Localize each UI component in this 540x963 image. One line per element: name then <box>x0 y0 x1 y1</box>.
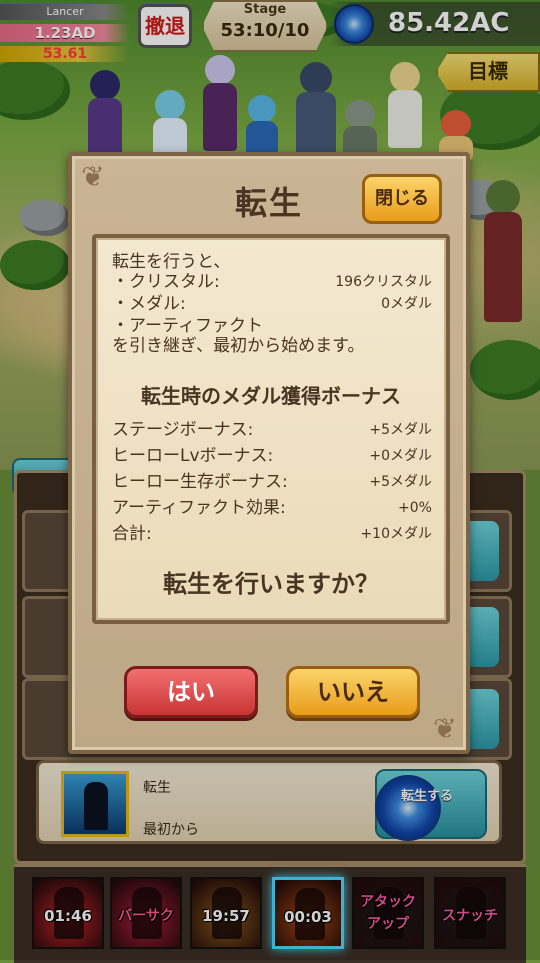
rebirth-info-box: 転生を行うと、 ・クリスタル: 196クリスタル ・メダル: 0メダル ・アーテ… <box>92 234 450 624</box>
bonus-label: ヒーロー生存ボーナス: <box>112 472 288 492</box>
carryover-label: ・アーティファクト <box>112 316 263 336</box>
no-button[interactable]: いいえ <box>286 666 420 718</box>
carryover-label: ・メダル: <box>112 294 186 314</box>
carryover-label: ・クリスタル: <box>112 272 220 292</box>
bonus-label: アーティファクト効果: <box>112 498 286 518</box>
ornament-icon: ❦ <box>433 712 457 745</box>
outro-text: を引き継ぎ、最初から始めます。 <box>112 336 365 356</box>
yes-button[interactable]: はい <box>124 666 258 718</box>
carryover-value: 0メダル <box>381 296 432 312</box>
confirm-question: 転生を行いますか？ <box>163 570 379 598</box>
bonus-label: ヒーローLvボーナス: <box>112 446 274 466</box>
bonus-value: +5メダル <box>369 474 432 490</box>
rebirth-dialog: ❦ ❦ 転生 閉じる 転生を行うと、 ・クリスタル: 196クリスタル ・メダル… <box>68 152 470 754</box>
close-button[interactable]: 閉じる <box>362 174 442 224</box>
bonus-label: ステージボーナス: <box>112 420 254 440</box>
total-label: 合計: <box>112 524 152 544</box>
carryover-value: 196クリスタル <box>335 274 432 290</box>
bonus-value: +0% <box>398 500 432 516</box>
total-value: +10メダル <box>360 526 432 542</box>
bonus-value: +5メダル <box>369 422 432 438</box>
intro-text: 転生を行うと、 <box>112 252 231 272</box>
bonus-value: +0メダル <box>369 448 432 464</box>
bonus-heading: 転生時のメダル獲得ボーナス <box>141 384 401 408</box>
